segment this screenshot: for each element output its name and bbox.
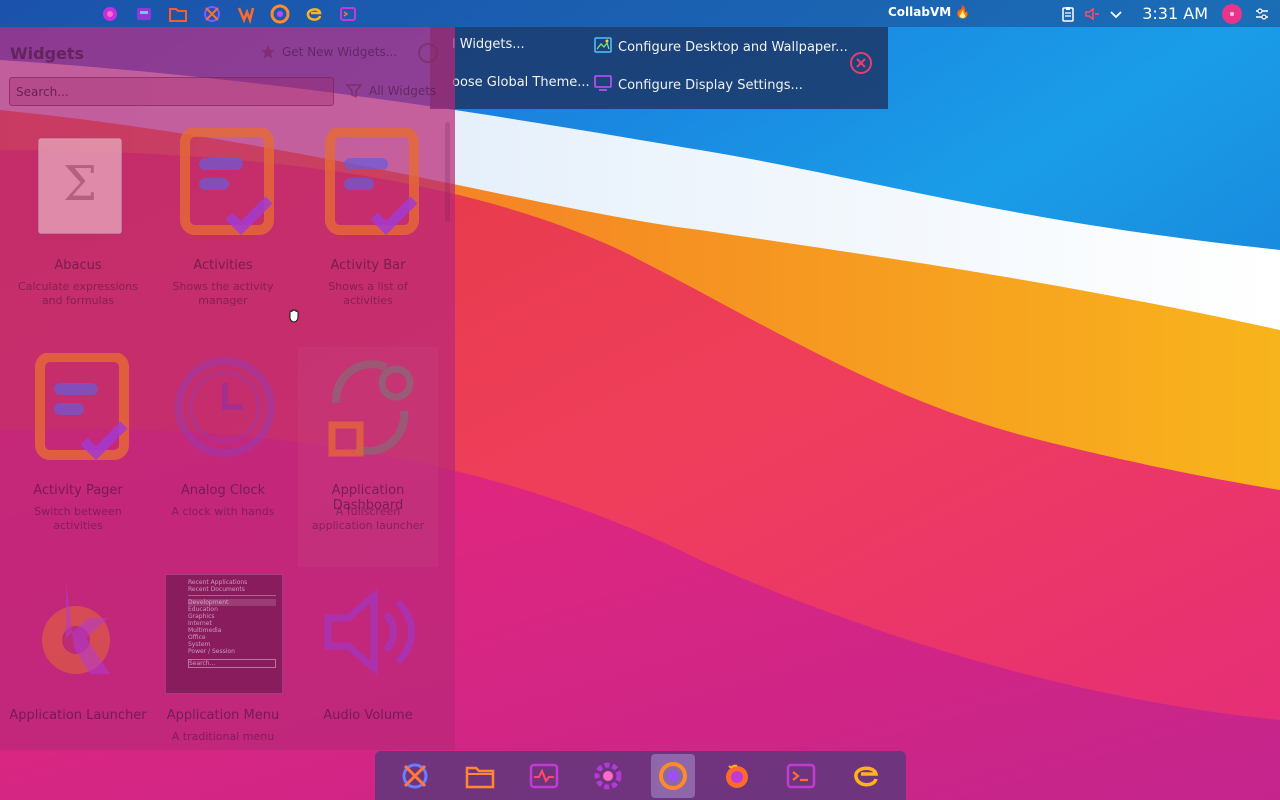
- settings-gear-icon[interactable]: [98, 3, 122, 25]
- chrome-icon[interactable]: [650, 753, 695, 798]
- chevron-down-icon[interactable]: [1104, 2, 1128, 26]
- display-settings-item[interactable]: Configure Display Settings...: [594, 75, 803, 95]
- widget-card[interactable]: Activity Bar Shows a list of activities: [298, 122, 438, 342]
- menu-preview-line: Internet: [188, 620, 212, 627]
- widgets-filter-button[interactable]: All Widgets: [345, 82, 436, 100]
- widget-name: Audio Volume: [323, 708, 413, 723]
- top-panel: CollabVM 🔥 3:31 AM: [0, 0, 1280, 27]
- menu-preview-line: Recent Documents: [188, 586, 276, 596]
- menu-preview-line: Search...: [188, 659, 276, 668]
- close-icon: [856, 58, 866, 68]
- svg-text:Σ: Σ: [63, 156, 97, 212]
- folder-icon[interactable]: [458, 754, 502, 798]
- configure-desktop-item[interactable]: Configure Desktop and Wallpaper...: [594, 37, 848, 57]
- terminal-icon[interactable]: [779, 754, 823, 798]
- widget-name: Application Launcher: [9, 708, 147, 723]
- widgets-search-input[interactable]: [9, 77, 334, 106]
- widget-card[interactable]: Σ Abacus Calculate expressions and formu…: [8, 122, 148, 342]
- star-icon: [261, 45, 275, 59]
- widget-desc: Shows a list of activities: [328, 280, 408, 307]
- monitor-icon: [594, 75, 612, 95]
- widget-card[interactable]: Application Dashboard A fullscreen appli…: [298, 347, 438, 567]
- filter-icon: [345, 84, 363, 99]
- widgets-title: Widgets: [10, 44, 85, 63]
- abacus-icon: Σ: [26, 128, 134, 236]
- widget-name: Activity Bar: [330, 258, 406, 273]
- widget-card[interactable]: Activities Shows the activity manager: [153, 122, 293, 342]
- add-widgets-item[interactable]: l Widgets...: [452, 37, 525, 52]
- folder-icon[interactable]: [166, 3, 190, 25]
- widget-name: Activities: [193, 258, 253, 273]
- widget-name: Application Menu: [166, 708, 280, 723]
- volume-muted-icon[interactable]: [1080, 2, 1104, 26]
- widget-desc: A fullscreen application launcher: [311, 505, 425, 532]
- audio-volume-icon: [316, 578, 424, 686]
- crossed-globe-icon[interactable]: [200, 3, 224, 25]
- menu-preview-line: System: [188, 641, 211, 648]
- chrome-icon[interactable]: [268, 3, 292, 25]
- get-new-widgets-button[interactable]: Get New Widgets...: [260, 44, 397, 60]
- widget-name: Abacus: [54, 258, 102, 273]
- application-menu-preview: Recent Applications Recent Documents Dev…: [165, 574, 283, 694]
- crossed-globe-icon[interactable]: [393, 754, 437, 798]
- activity-pager-icon: [26, 352, 134, 461]
- flame-emoji: 🔥: [955, 5, 971, 19]
- clipboard-icon[interactable]: [1056, 2, 1080, 26]
- menu-preview-line: Development: [188, 599, 276, 606]
- menu-preview-line: Education: [188, 606, 218, 613]
- wallpaper-icon: [594, 37, 612, 57]
- desktop-toolbox: l Widgets... Configure Desktop and Wallp…: [430, 27, 888, 109]
- panel-settings-icon[interactable]: [1250, 2, 1274, 26]
- system-monitor-icon[interactable]: [522, 754, 566, 798]
- configure-desktop-label: Configure Desktop and Wallpaper...: [618, 39, 848, 55]
- get-new-widgets-label: Get New Widgets...: [282, 45, 398, 59]
- panel-launchers: [98, 3, 360, 25]
- display-settings-label: Configure Display Settings...: [618, 77, 803, 93]
- global-theme-label: oose Global Theme...: [452, 75, 590, 90]
- analog-clock-icon: [171, 353, 279, 461]
- widgets-explorer: Widgets Get New Widgets... All Widgets Σ…: [0, 27, 455, 750]
- firefox-icon[interactable]: [715, 754, 759, 798]
- toolbox-close-button[interactable]: [850, 52, 872, 74]
- widget-desc: Shows the activity manager: [172, 280, 274, 307]
- bottom-dock: [375, 751, 906, 800]
- flame-browser-icon[interactable]: [234, 3, 258, 25]
- system-tray: 3:31 AM: [1056, 0, 1280, 27]
- edge-icon[interactable]: [302, 3, 326, 25]
- widget-card[interactable]: Audio Volume: [298, 572, 438, 750]
- activities-icon: [171, 127, 279, 240]
- menu-preview-line: Graphics: [188, 613, 215, 620]
- widget-desc: A clock with hands: [171, 505, 275, 518]
- widgets-filter-label: All Widgets: [369, 84, 437, 98]
- edge-icon[interactable]: [844, 754, 888, 798]
- user-avatar[interactable]: [1222, 3, 1242, 24]
- network-icon[interactable]: [132, 3, 156, 25]
- widget-desc: A traditional menu: [171, 730, 275, 743]
- widget-card[interactable]: Analog Clock A clock with hands: [153, 347, 293, 567]
- menu-preview-line: Recent Applications: [188, 579, 248, 586]
- settings-gear-icon[interactable]: [586, 754, 630, 798]
- widget-name: Activity Pager: [33, 483, 123, 498]
- widgets-scrollbar[interactable]: [445, 122, 450, 222]
- widget-desc: Switch between activities: [34, 505, 122, 532]
- menu-preview-line: Multimedia: [188, 627, 222, 634]
- application-dashboard-icon: [316, 353, 424, 461]
- terminal-icon[interactable]: [336, 3, 360, 25]
- widget-card[interactable]: Application Launcher: [8, 572, 148, 750]
- clock[interactable]: 3:31 AM: [1142, 4, 1208, 23]
- widget-desc: Calculate expressions and formulas: [18, 280, 138, 307]
- menu-preview-line: Power / Session: [188, 648, 235, 655]
- widget-card[interactable]: Recent Applications Recent Documents Dev…: [153, 572, 293, 750]
- window-title: CollabVM 🔥: [888, 5, 970, 19]
- add-widgets-label: l Widgets...: [452, 37, 525, 52]
- menu-preview-line: Office: [188, 634, 206, 641]
- widget-card[interactable]: Activity Pager Switch between activities: [8, 347, 148, 567]
- application-launcher-icon: [26, 578, 134, 686]
- global-theme-item[interactable]: oose Global Theme...: [452, 75, 590, 90]
- grab-cursor-icon: [287, 307, 303, 327]
- activity-bar-icon: [316, 127, 424, 236]
- panel-title-text: CollabVM: [888, 5, 952, 19]
- widgets-close-button[interactable]: [418, 43, 438, 63]
- widget-name: Analog Clock: [180, 483, 266, 498]
